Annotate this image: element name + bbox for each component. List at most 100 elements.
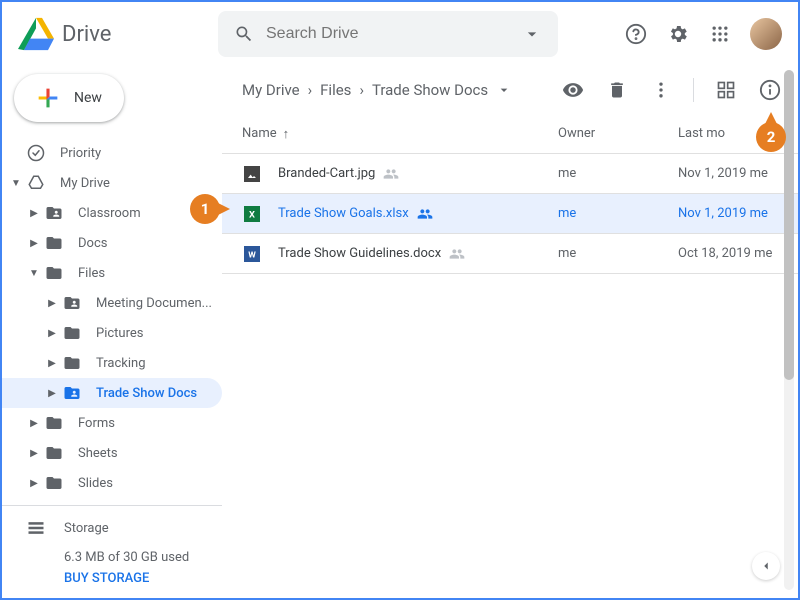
app-name: Drive (62, 22, 111, 47)
folder-icon (45, 264, 63, 282)
sidebar-item-mydrive[interactable]: ▼ My Drive (2, 168, 222, 198)
sidebar-item-tradeshow[interactable]: ▶ Trade Show Docs (2, 378, 222, 408)
sidebar-item-pictures[interactable]: ▶ Pictures (2, 318, 222, 348)
info-icon (759, 79, 781, 101)
storage-label[interactable]: Storage (64, 521, 109, 536)
scrollbar-thumb[interactable] (784, 70, 794, 380)
chevron-right-icon[interactable]: ▶ (46, 328, 58, 339)
folder-icon (45, 474, 63, 492)
file-list-header: Name ↑ Owner Last mo (222, 114, 798, 154)
excel-file-icon: X (242, 204, 262, 224)
more-button[interactable] (649, 78, 673, 102)
dropdown-icon[interactable] (496, 82, 512, 98)
chevron-right-icon[interactable]: ▶ (28, 418, 40, 429)
search-icon (234, 24, 254, 44)
help-button[interactable] (624, 22, 648, 46)
breadcrumb-item[interactable]: My Drive (242, 81, 300, 99)
delete-button[interactable] (605, 78, 629, 102)
nav-list: Priority ▼ My Drive ▶ Classroom ▶ Docs ▼… (2, 138, 222, 497)
breadcrumb-item[interactable]: Files (320, 81, 351, 99)
chevron-right-icon[interactable]: ▶ (28, 448, 40, 459)
svg-text:W: W (248, 250, 256, 260)
search-input[interactable] (266, 25, 522, 43)
chevron-right-icon[interactable]: ▶ (46, 388, 58, 399)
file-row[interactable]: Branded-Cart.jpg me Nov 1, 2019 me (222, 154, 798, 194)
chevron-right-icon[interactable]: ▶ (28, 238, 40, 249)
breadcrumb: My Drive › Files › Trade Show Docs (242, 81, 512, 99)
column-name[interactable]: Name ↑ (242, 126, 558, 142)
file-row[interactable]: W Trade Show Guidelines.docx me Oct 18, … (222, 234, 798, 274)
storage-used: 6.3 MB of 30 GB used (64, 550, 222, 565)
chevron-right-icon[interactable]: ▶ (28, 208, 40, 219)
folder-shared-icon (45, 204, 63, 222)
storage-icon (26, 518, 46, 538)
svg-text:X: X (249, 209, 255, 220)
sidebar-item-forms[interactable]: ▶ Forms (2, 408, 222, 438)
folder-shared-icon (63, 294, 81, 312)
trash-icon (607, 80, 627, 100)
apps-icon (710, 24, 730, 44)
folder-icon (63, 324, 81, 342)
logo-area[interactable]: Drive (18, 16, 218, 52)
chevron-left-icon (759, 559, 773, 573)
storage-section: Storage 6.3 MB of 30 GB used BUY STORAGE (2, 505, 222, 598)
grid-view-button[interactable] (714, 78, 738, 102)
file-row[interactable]: X Trade Show Goals.xlsx me Nov 1, 2019 m… (222, 194, 798, 234)
sidebar-item-tracking[interactable]: ▶ Tracking (2, 348, 222, 378)
preview-button[interactable] (561, 78, 585, 102)
sidebar-item-classroom[interactable]: ▶ Classroom (2, 198, 222, 228)
shared-icon (383, 166, 399, 182)
sort-asc-icon: ↑ (283, 126, 290, 142)
sidebar-item-sheets[interactable]: ▶ Sheets (2, 438, 222, 468)
callout-marker-1: 1 (190, 194, 220, 224)
header-actions (624, 18, 782, 50)
grid-icon (716, 80, 736, 100)
sidebar-item-priority[interactable]: Priority (2, 138, 222, 168)
drive-icon (26, 173, 46, 193)
gear-icon (667, 23, 689, 45)
separator (693, 78, 694, 102)
details-button[interactable] (758, 78, 782, 102)
sidebar-item-slides[interactable]: ▶ Slides (2, 468, 222, 497)
chevron-down-icon[interactable]: ▼ (10, 178, 22, 189)
toolbar: My Drive › Files › Trade Show Docs (222, 66, 798, 114)
eye-icon (562, 79, 584, 101)
chevron-right-icon[interactable]: ▶ (28, 478, 40, 489)
folder-shared-icon (63, 384, 81, 402)
folder-icon (45, 414, 63, 432)
apps-button[interactable] (708, 22, 732, 46)
content-area: My Drive › Files › Trade Show Docs Name … (222, 66, 798, 598)
shared-icon (449, 246, 465, 262)
priority-icon (26, 143, 46, 163)
chevron-right-icon[interactable]: ▶ (46, 358, 58, 369)
breadcrumb-item[interactable]: Trade Show Docs (372, 81, 488, 99)
column-owner[interactable]: Owner (558, 126, 678, 141)
drive-logo-icon (18, 16, 54, 52)
callout-marker-2: 2 (756, 122, 786, 152)
word-file-icon: W (242, 244, 262, 264)
chevron-right-icon: › (359, 81, 364, 99)
sidebar-item-meeting[interactable]: ▶ Meeting Documen... (2, 288, 222, 318)
more-vert-icon (651, 80, 671, 100)
sidebar-item-docs[interactable]: ▶ Docs (2, 228, 222, 258)
settings-button[interactable] (666, 22, 690, 46)
plus-icon (34, 84, 62, 112)
buy-storage-link[interactable]: BUY STORAGE (64, 571, 222, 586)
folder-icon (45, 444, 63, 462)
header: Drive (2, 2, 798, 66)
avatar[interactable] (750, 18, 782, 50)
chevron-right-icon[interactable]: ▶ (46, 298, 58, 309)
folder-icon (45, 234, 63, 252)
folder-icon (63, 354, 81, 372)
dropdown-icon[interactable] (522, 24, 542, 44)
search-bar[interactable] (218, 11, 558, 57)
chevron-right-icon: › (308, 81, 313, 99)
sidebar-item-files[interactable]: ▼ Files (2, 258, 222, 288)
image-file-icon (242, 164, 262, 184)
shared-icon (417, 206, 433, 222)
sidebar: New Priority ▼ My Drive ▶ Classroom ▶ Do (2, 66, 222, 598)
expand-panel-button[interactable] (752, 552, 780, 580)
new-button-label: New (74, 90, 102, 106)
chevron-down-icon[interactable]: ▼ (28, 268, 40, 279)
new-button[interactable]: New (14, 74, 124, 122)
